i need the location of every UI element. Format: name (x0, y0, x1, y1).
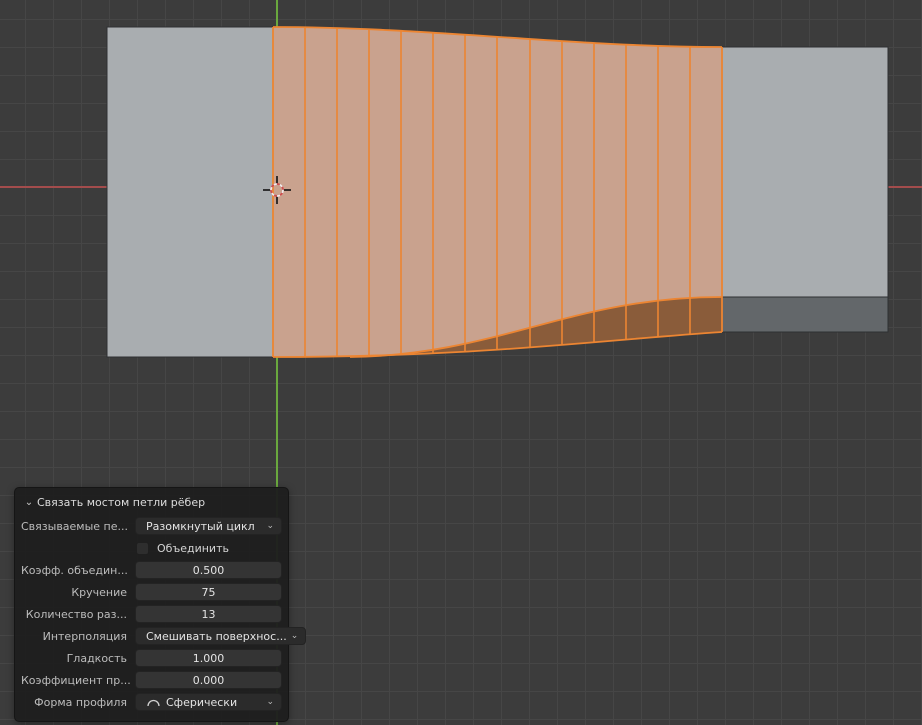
profile-shape-dropdown[interactable]: Сферически ⌄ (135, 693, 282, 711)
left-face[interactable] (106, 26, 274, 358)
field-label: Количество раз... (25, 607, 127, 621)
row-profile-shape: Форма профиля Сферически ⌄ (21, 691, 282, 713)
field-label: Интерполяция (42, 629, 127, 643)
merge-factor-field[interactable]: 0.500 (135, 561, 282, 579)
row-twist: Кручение 75 (21, 581, 282, 603)
row-smoothness: Гладкость 1.000 (21, 647, 282, 669)
right-face-shaded[interactable] (721, 296, 889, 333)
row-interpolation: Интерполяция Смешивать поверхнос... ⌄ (21, 625, 307, 647)
chevron-down-icon: ⌄ (290, 631, 299, 641)
right-face[interactable] (721, 46, 889, 298)
dropdown-value: Разомкнутый цикл (146, 519, 255, 533)
dropdown-value: Сферически (166, 695, 238, 709)
operator-panel: ⌄ Связать мостом петли рёбер Связываемые… (14, 487, 307, 722)
field-label: Коэфф. объедин... (21, 563, 128, 577)
chevron-down-icon: ⌄ (266, 521, 274, 531)
field-label: Гладкость (66, 651, 127, 665)
row-loop-connection: Связываемые пе... Разомкнутый цикл ⌄ (21, 515, 282, 537)
panel-header[interactable]: ⌄ Связать мостом петли рёбер (21, 493, 282, 512)
checkbox-label: Объединить (157, 541, 229, 555)
dropdown-value: Смешивать поверхнос... (146, 629, 287, 643)
profile-curve-icon (146, 696, 160, 708)
chevron-down-icon: ⌄ (266, 697, 274, 707)
field-label: Кручение (71, 585, 127, 599)
row-merge-factor: Коэфф. объедин... 0.500 (21, 559, 282, 581)
field-label: Форма профиля (34, 695, 127, 709)
merge-checkbox[interactable] (136, 541, 149, 555)
row-number-of-cuts: Количество раз... 13 (21, 603, 282, 625)
collapse-chevron-icon[interactable]: ⌄ (21, 497, 37, 508)
loop-connection-dropdown[interactable]: Разомкнутый цикл ⌄ (135, 517, 282, 535)
smoothness-field[interactable]: 1.000 (135, 649, 282, 667)
twist-field[interactable]: 75 (135, 583, 282, 601)
row-profile-factor: Коэффициент пр... 0.000 (21, 669, 282, 691)
panel-title: Связать мостом петли рёбер (37, 496, 206, 509)
field-label: Связываемые пе... (21, 519, 129, 533)
profile-factor-field[interactable]: 0.000 (135, 671, 282, 689)
field-label: Коэффициент пр... (21, 673, 131, 687)
row-merge: Объединить (21, 537, 282, 559)
number-of-cuts-field[interactable]: 13 (135, 605, 282, 623)
interpolation-dropdown[interactable]: Смешивать поверхнос... ⌄ (135, 627, 307, 645)
